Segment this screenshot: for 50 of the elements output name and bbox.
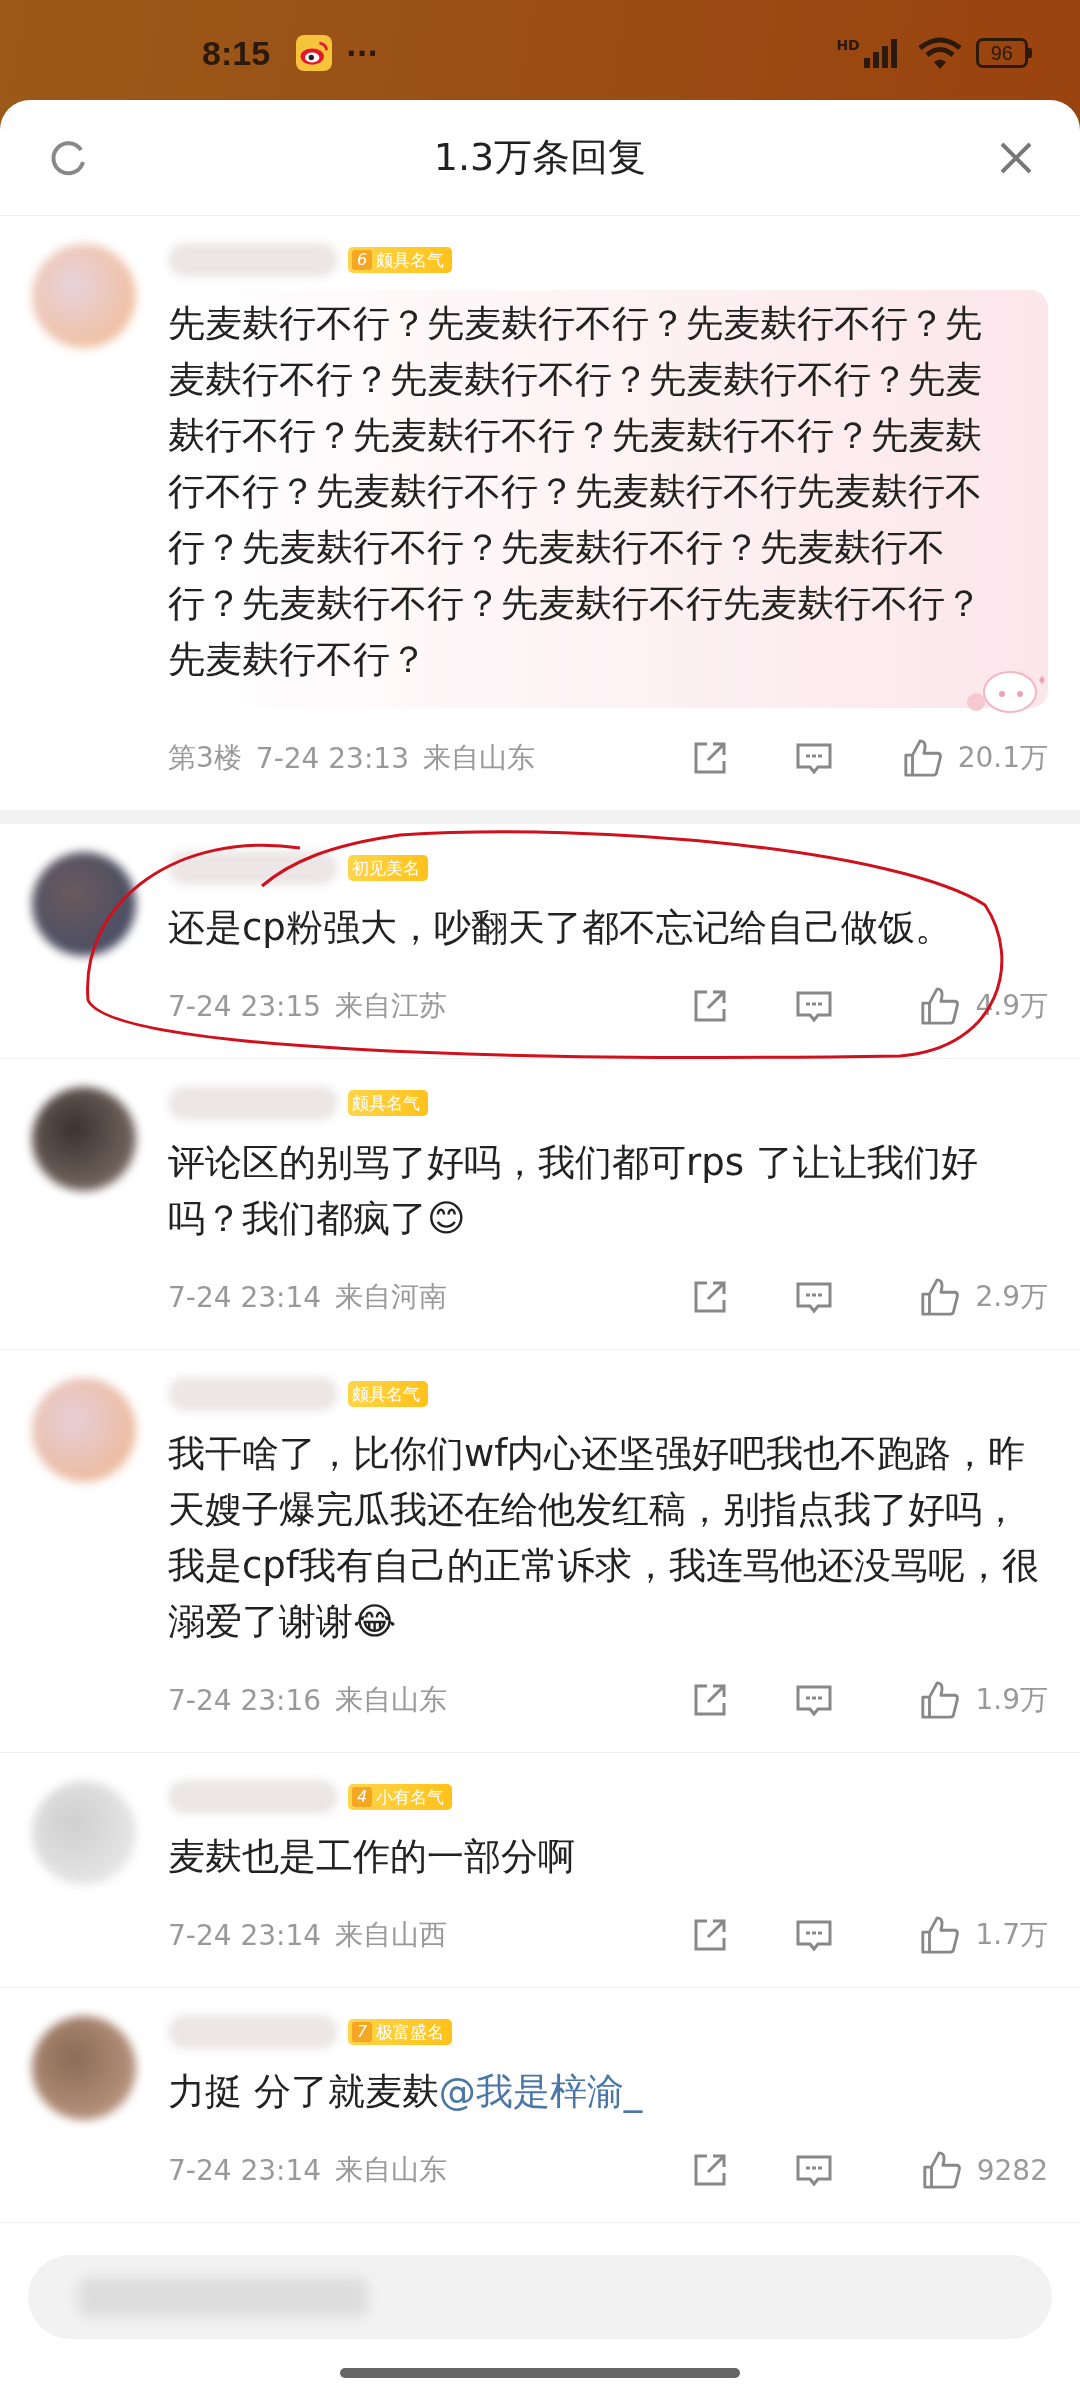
avatar[interactable] — [32, 852, 136, 956]
comment-time: 7-24 23:14 — [168, 1918, 322, 1952]
like-button[interactable]: 20.1万 — [898, 737, 1048, 779]
like-icon — [919, 985, 962, 1027]
wifi-icon — [917, 36, 962, 70]
sheet-title: 1.3万条回复 — [433, 134, 647, 181]
level-number: 7 — [352, 2022, 373, 2042]
comment-text: 我干啥了，比你们wf内心还坚强好吧我也不跑路，昨天嫂子爆完瓜我还在给他发红稿，别指点我了好吗，我是cpf我有自己的正常诉求，我连骂他还没骂呢，很溺爱了谢谢😂 — [168, 1431, 1040, 1645]
comment-text: 先麦麸行不行？先麦麸行不行？先麦麸行不行？先麦麸行不行？先麦麸行不行？先麦麸行不行？先麦麸行不行？先麦麸行不行？先麦麸行不行？先麦麸行不行？先麦麸行不行？先麦麸行不行先麦麸行不行？先麦麸行不行？先麦麸行不行？先麦麸行不行？先麦麸行不行？先麦麸行不行先麦麸行不行？先麦麸行不行？ — [168, 301, 983, 683]
comment-location: 来自山东 — [335, 2152, 448, 2188]
comment-time: 7-24 23:14 — [168, 1280, 322, 1314]
status-time: 8:15 — [202, 33, 271, 73]
like-icon — [919, 1276, 962, 1318]
comment-text: 评论区的别骂了好吗，我们都可rps 了让让我们好吗？我们都疯了😊 — [168, 1140, 979, 1242]
like-button[interactable]: 1.7万 — [898, 1914, 1048, 1956]
comment-time: 7-24 23:13 — [255, 741, 409, 775]
like-icon — [919, 1679, 962, 1721]
comment-text: 麦麸也是工作的一部分啊 — [168, 1834, 576, 1880]
badge-label: 初见美名 — [352, 857, 420, 879]
comment-time: 7-24 23:15 — [168, 989, 322, 1023]
status-more: ··· — [346, 36, 378, 70]
like-button[interactable]: 9282 — [898, 2149, 1048, 2191]
comment-location: 来自山东 — [422, 740, 535, 776]
badge-label: 颇具名气 — [352, 1092, 420, 1114]
like-icon — [919, 1914, 962, 1956]
badge-label: 颇具名气 — [352, 1383, 420, 1405]
comment-location: 来自河南 — [335, 1279, 448, 1315]
floor-number: 第3楼 — [168, 740, 242, 776]
comment-location: 来自山西 — [335, 1917, 448, 1953]
badge-label: 极富盛名 — [376, 2021, 445, 2043]
app-icon — [296, 35, 333, 71]
like-button[interactable]: 1.9万 — [898, 1679, 1048, 1721]
comment-text: 力挺 分了就麦麸@我是梓渝_ — [168, 2069, 644, 2115]
comment-text: 还是cp粉强大，吵翻天了都不忘记给自己做饭。 — [168, 905, 953, 951]
mention-link[interactable]: @我是梓渝_ — [438, 2070, 643, 2113]
level-number: 4 — [352, 1787, 373, 1807]
like-button[interactable]: 2.9万 — [898, 1276, 1048, 1318]
avatar[interactable] — [32, 1087, 136, 1191]
comment-time: 7-24 23:14 — [168, 2153, 322, 2187]
badge-label: 颇具名气 — [376, 249, 445, 271]
badge-label: 小有名气 — [376, 1786, 445, 1808]
comment-location: 来自江苏 — [335, 988, 448, 1024]
comment-location: 来自山东 — [335, 1682, 448, 1718]
refresh-icon[interactable] — [48, 138, 88, 178]
like-icon — [901, 737, 944, 779]
network-type: HD — [836, 37, 860, 53]
level-number: 6 — [352, 250, 373, 270]
comment-time: 7-24 23:16 — [168, 1683, 322, 1717]
battery-indicator: 96 — [975, 38, 1032, 68]
like-icon — [920, 2149, 963, 2191]
